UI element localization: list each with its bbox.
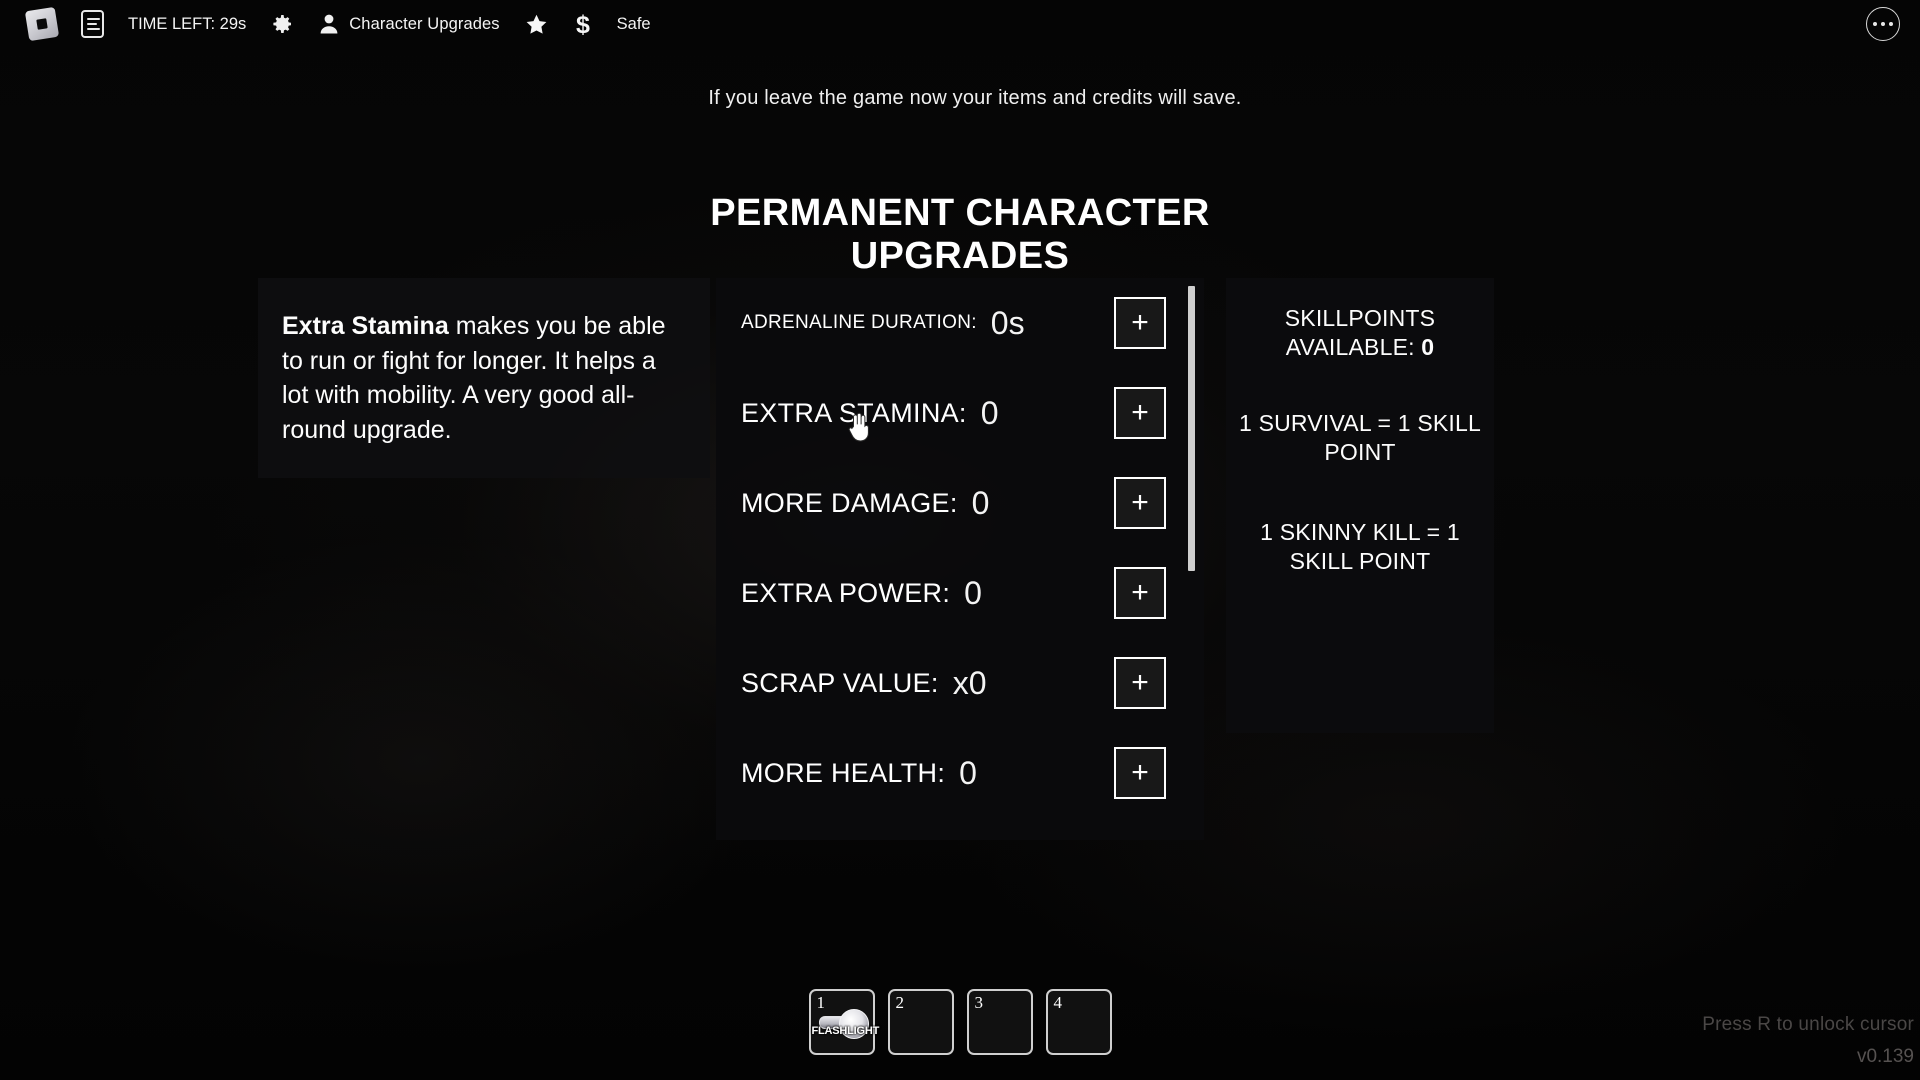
hotbar-slot[interactable]: 1 FLASHLIGHT bbox=[808, 989, 880, 1055]
upgrade-label: MORE DAMAGE: bbox=[741, 487, 958, 518]
top-bar: TIME LEFT: 29s Character Upgrades $ Safe bbox=[0, 0, 1920, 48]
hotbar-item-name: FLASHLIGHT bbox=[811, 1025, 880, 1037]
settings-button[interactable] bbox=[261, 7, 303, 41]
page-title: PERMANENT CHARACTER UPGRADES bbox=[560, 192, 1360, 277]
character-upgrades-button[interactable]: Character Upgrades bbox=[309, 7, 508, 41]
page-title-line-1: PERMANENT CHARACTER bbox=[710, 192, 1210, 234]
skillpoints-panel: SKILLPOINTS AVAILABLE: 0 1 SURVIVAL = 1 … bbox=[1226, 278, 1494, 733]
upgrade-row: EXTRA STAMINA: 0 + bbox=[716, 368, 1204, 458]
upgrade-increase-button[interactable]: + bbox=[1114, 747, 1166, 799]
hotbar-slot[interactable]: 4 bbox=[1045, 989, 1112, 1055]
skillpoints-available: SKILLPOINTS AVAILABLE: 0 bbox=[1238, 304, 1482, 363]
roblox-home-button[interactable] bbox=[18, 6, 66, 42]
hotbar-slot-number: 4 bbox=[1053, 993, 1063, 1012]
safe-label: Safe bbox=[616, 14, 651, 33]
upgrade-increase-button[interactable]: + bbox=[1114, 387, 1166, 439]
star-icon bbox=[524, 12, 549, 37]
upgrade-row: ADRENALINE DURATION: 0s + bbox=[716, 278, 1204, 368]
hotbar-slot[interactable]: 2 bbox=[887, 989, 954, 1055]
upgrade-value: 0s bbox=[990, 304, 1025, 341]
roblox-logo-icon bbox=[24, 6, 60, 42]
hotbar-slot-number: 3 bbox=[974, 993, 984, 1012]
currency-button[interactable]: $ bbox=[564, 7, 602, 41]
upgrade-label: EXTRA POWER: bbox=[741, 577, 951, 608]
upgrade-value: 0 bbox=[971, 484, 990, 521]
skillpoints-rule-survival: 1 SURVIVAL = 1 SKILL POINT bbox=[1238, 409, 1482, 466]
upgrade-label: MORE HEALTH: bbox=[741, 757, 946, 788]
chat-menu-button[interactable] bbox=[72, 7, 113, 41]
hotbar-slot-number: 2 bbox=[895, 993, 905, 1012]
time-left-label: TIME LEFT: 29s bbox=[128, 14, 247, 33]
skillpoints-available-label: SKILLPOINTS AVAILABLE: bbox=[1284, 305, 1436, 361]
upgrade-increase-button[interactable]: + bbox=[1114, 477, 1166, 529]
upgrade-description-panel: Extra Stamina makes you be able to run o… bbox=[258, 278, 710, 478]
svg-text:$: $ bbox=[576, 11, 590, 38]
hotbar-slot[interactable]: 3 bbox=[966, 989, 1033, 1055]
upgrade-label: ADRENALINE DURATION: bbox=[741, 312, 977, 333]
upgrade-row: EXTRA POWER: 0 + bbox=[716, 548, 1204, 638]
upgrades-scrollbar[interactable] bbox=[1187, 278, 1196, 840]
upgrade-increase-button[interactable]: + bbox=[1114, 657, 1166, 709]
upgrade-row: MORE HEALTH: 0 + bbox=[716, 728, 1204, 818]
upgrade-row: SCRAP VALUE: x0 + bbox=[716, 638, 1204, 728]
page-title-line-2: UPGRADES bbox=[850, 234, 1070, 277]
dollar-icon: $ bbox=[573, 10, 593, 38]
hotbar: 1 FLASHLIGHT 2 3 4 bbox=[0, 989, 1920, 1055]
game-screen: TIME LEFT: 29s Character Upgrades $ Safe… bbox=[0, 0, 1920, 1080]
time-left-indicator: TIME LEFT: 29s bbox=[119, 7, 255, 41]
character-upgrades-label: Character Upgrades bbox=[349, 14, 500, 33]
upgrade-value: 0 bbox=[964, 574, 982, 611]
save-notice: If you leave the game now your items and… bbox=[0, 87, 1920, 110]
upgrade-description-highlight: Extra Stamina bbox=[282, 312, 449, 340]
skillpoints-rule-skinny-kill: 1 SKINNY KILL = 1 SKILL POINT bbox=[1260, 518, 1460, 575]
more-options-icon[interactable] bbox=[1866, 7, 1900, 41]
skillpoints-available-value: 0 bbox=[1421, 334, 1435, 361]
person-icon bbox=[318, 12, 340, 36]
save-notice-text: If you leave the game now your items and… bbox=[708, 87, 1242, 109]
safe-button[interactable]: Safe bbox=[608, 7, 660, 41]
upgrade-value: 0 bbox=[959, 754, 977, 791]
gear-icon bbox=[270, 12, 294, 36]
upgrades-scrollbar-thumb[interactable] bbox=[1188, 286, 1195, 571]
upgrade-value: 0 bbox=[980, 394, 999, 431]
upgrade-increase-button[interactable]: + bbox=[1114, 567, 1166, 619]
upgrade-label: EXTRA STAMINA: bbox=[741, 397, 967, 428]
upgrade-value: x0 bbox=[952, 664, 987, 701]
upgrades-list-panel: ADRENALINE DURATION: 0s + EXTRA STAMINA: 0 + M… bbox=[716, 278, 1204, 840]
document-list-icon bbox=[81, 10, 104, 38]
favorites-button[interactable] bbox=[515, 7, 558, 41]
upgrade-description-text: Extra Stamina makes you be able to run o… bbox=[282, 309, 686, 447]
upgrade-increase-button[interactable]: + bbox=[1114, 297, 1166, 349]
upgrade-label: SCRAP VALUE: bbox=[741, 667, 939, 698]
upgrade-row: MORE DAMAGE: 0 + bbox=[716, 458, 1204, 548]
